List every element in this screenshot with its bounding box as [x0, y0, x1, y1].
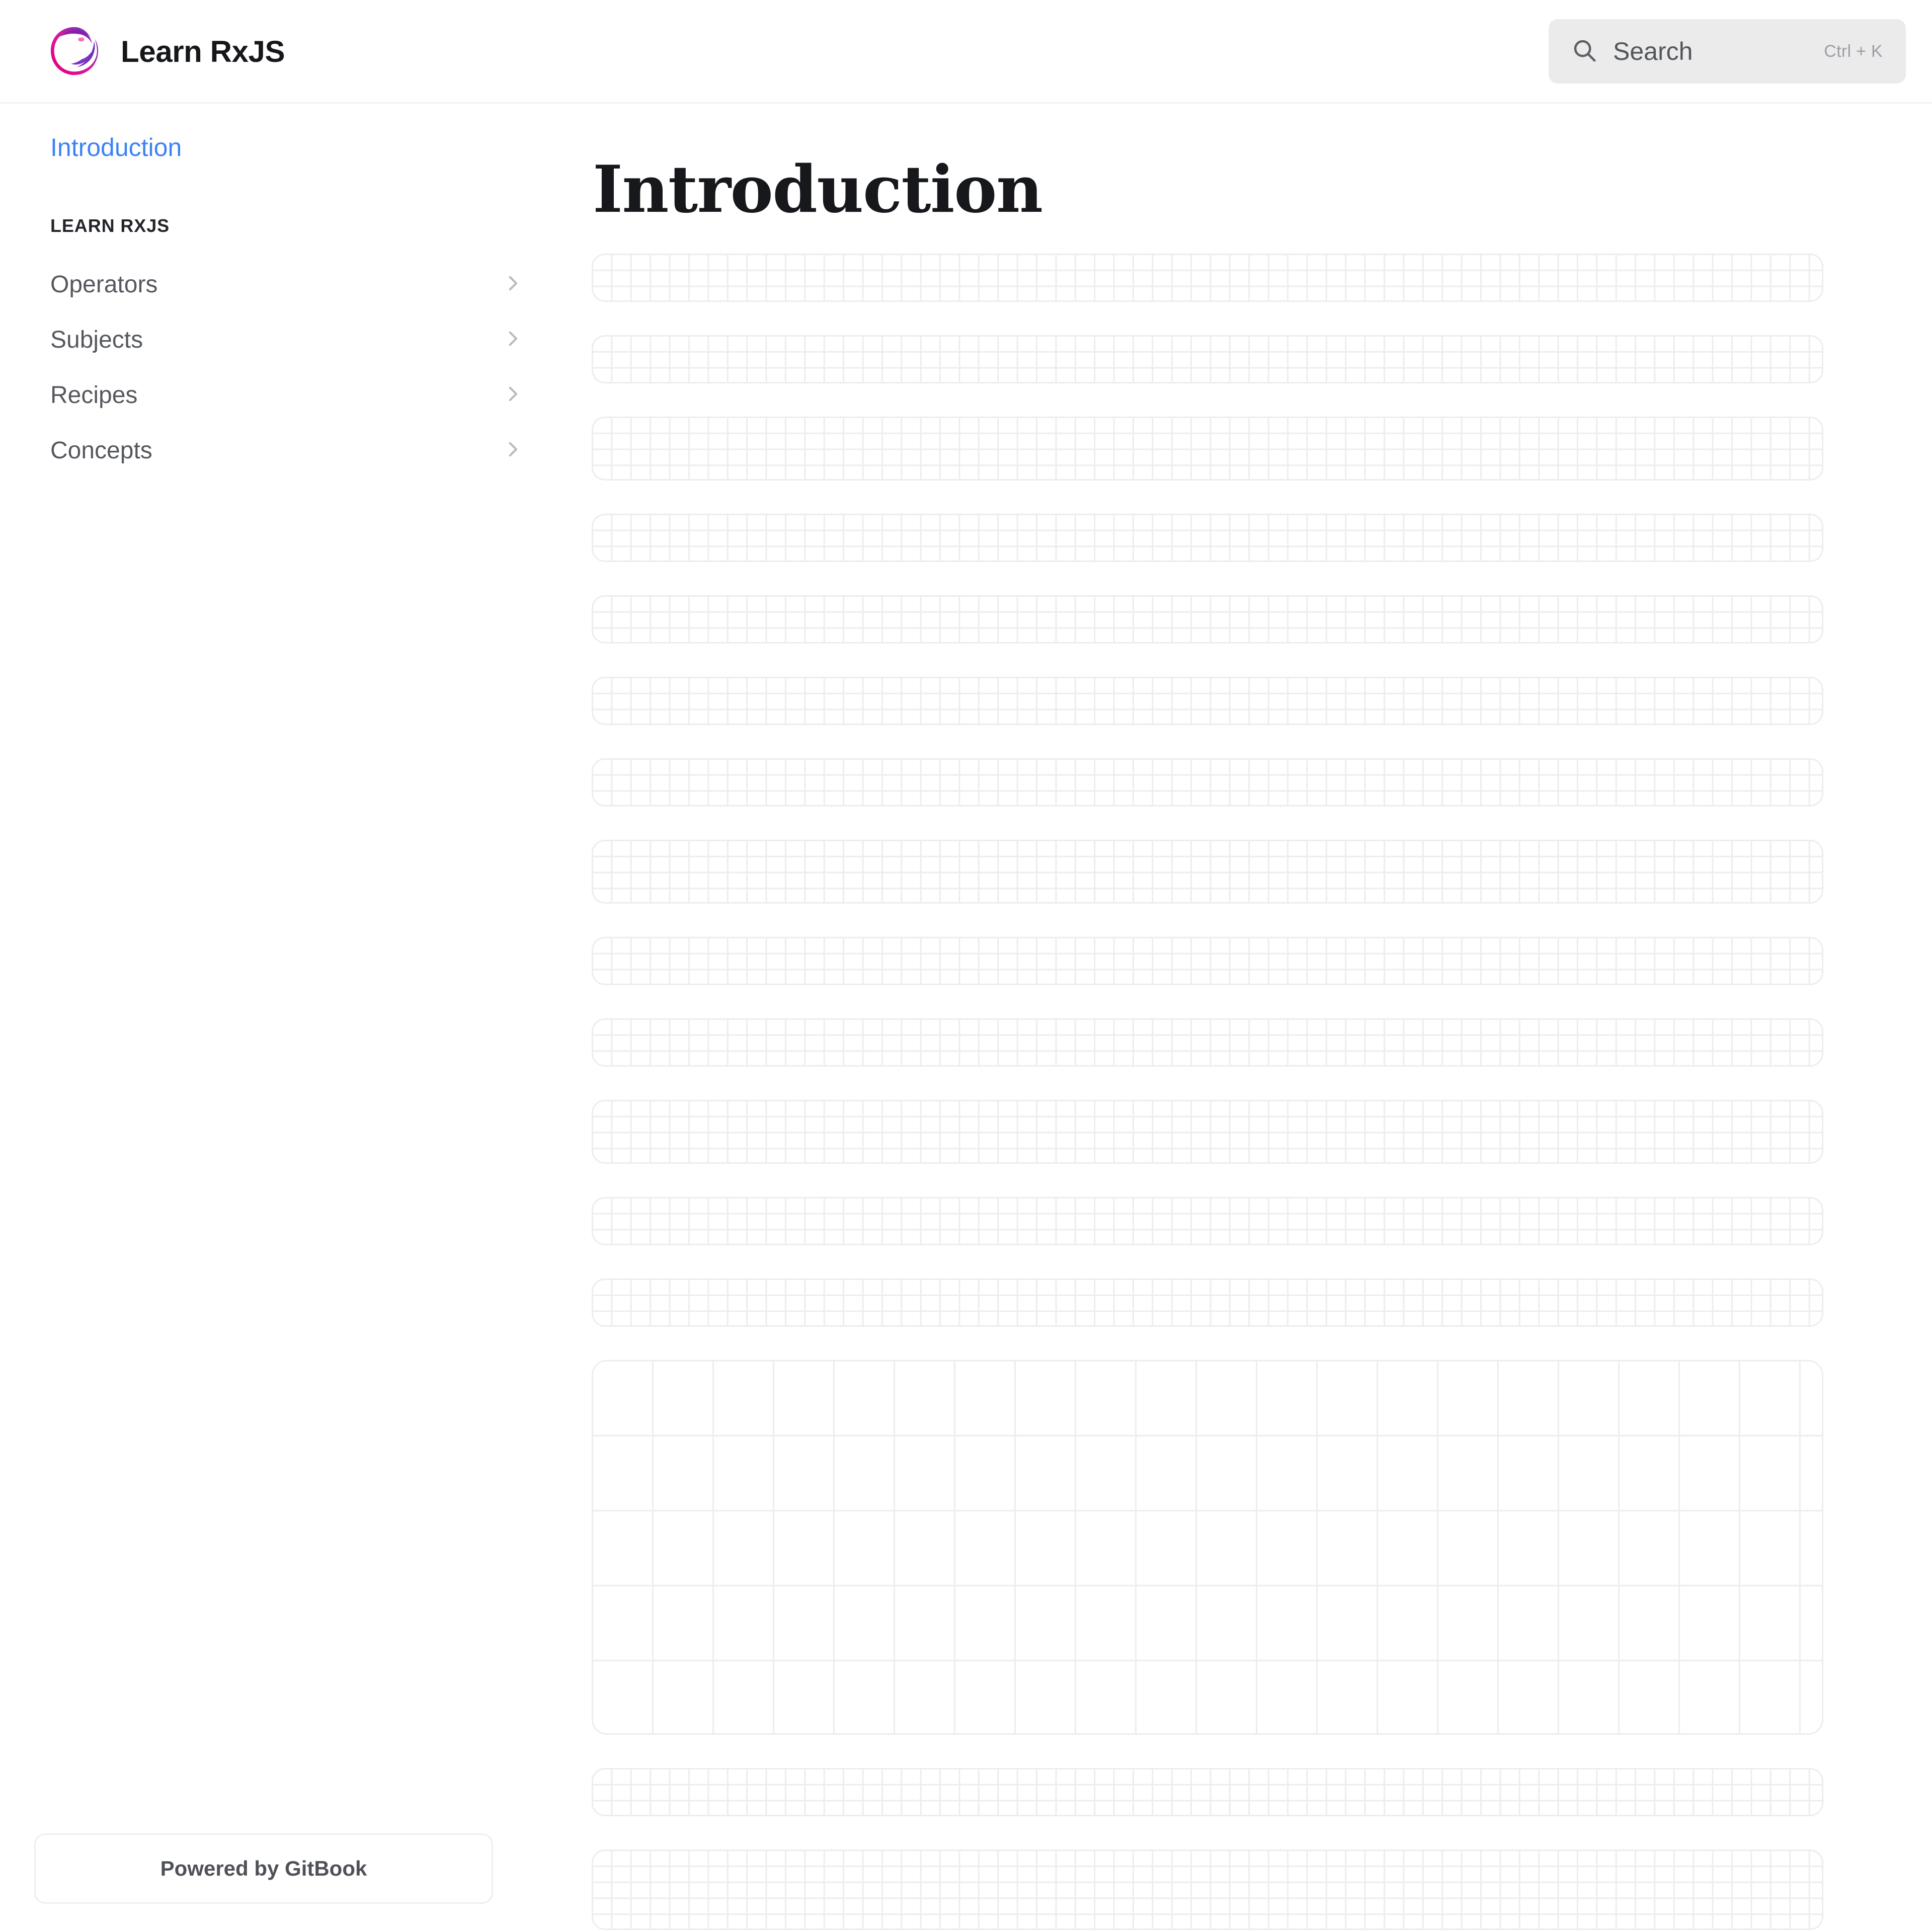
skeleton-placeholder-block — [592, 1768, 1823, 1816]
skeleton-placeholder-block — [592, 758, 1823, 807]
skeleton-placeholder-block — [592, 840, 1823, 904]
skeleton-placeholder-block — [592, 1100, 1823, 1164]
sidebar-item-label: Subjects — [50, 326, 143, 353]
main-content: Introduction — [584, 104, 1932, 1932]
sidebar-item-concepts[interactable]: Concepts — [50, 423, 533, 478]
skeleton-placeholder-block — [592, 417, 1823, 480]
brand-title: Learn RxJS — [121, 34, 285, 68]
sidebar-item-operators[interactable]: Operators — [50, 257, 533, 312]
chevron-right-icon[interactable] — [502, 273, 523, 296]
rxjs-logo-icon — [46, 23, 103, 79]
sidebar-item-list: Operators Subjects Recipes Concepts — [50, 257, 533, 478]
search-input[interactable]: Search Ctrl + K — [1549, 19, 1906, 84]
sidebar-section-label: LEARN RXJS — [50, 215, 170, 236]
powered-by-gitbook-label: Powered by GitBook — [160, 1857, 367, 1880]
sidebar-item-introduction[interactable]: Introduction — [50, 133, 182, 162]
skeleton-placeholder-block — [592, 1360, 1823, 1735]
chevron-right-icon[interactable] — [502, 439, 523, 462]
skeleton-placeholder-block — [592, 1018, 1823, 1067]
sidebar-item-label: Concepts — [50, 437, 152, 464]
skeleton-placeholder-block — [592, 595, 1823, 643]
search-icon — [1571, 37, 1598, 66]
skeleton-placeholder-block — [592, 1849, 1823, 1930]
brand-home-link[interactable]: Learn RxJS — [46, 23, 285, 79]
sidebar-nav: Introduction LEARN RXJS Operators Subjec… — [0, 104, 584, 1932]
search-shortcut-hint: Ctrl + K — [1824, 41, 1883, 61]
skeleton-placeholder-block — [592, 254, 1823, 302]
sidebar-item-label: Operators — [50, 271, 158, 298]
skeleton-placeholder-block — [592, 937, 1823, 985]
sidebar-item-subjects[interactable]: Subjects — [50, 312, 533, 367]
sidebar-top-section: Introduction LEARN RXJS Operators Subjec… — [0, 104, 584, 478]
sidebar-item-label: Recipes — [50, 381, 138, 409]
skeleton-placeholder-block — [592, 514, 1823, 562]
powered-by-gitbook-button[interactable]: Powered by GitBook — [34, 1833, 493, 1904]
content-skeleton-stack — [592, 254, 1823, 1930]
app-header: Learn RxJS Search Ctrl + K — [0, 0, 1932, 104]
skeleton-placeholder-block — [592, 1278, 1823, 1327]
skeleton-placeholder-block — [592, 677, 1823, 725]
skeleton-placeholder-block — [592, 1197, 1823, 1245]
search-placeholder: Search — [1613, 37, 1693, 65]
page-title: Introduction — [593, 152, 1043, 227]
sidebar-item-recipes[interactable]: Recipes — [50, 367, 533, 423]
chevron-right-icon[interactable] — [502, 383, 523, 407]
chevron-right-icon[interactable] — [502, 328, 523, 352]
skeleton-placeholder-block — [592, 335, 1823, 383]
